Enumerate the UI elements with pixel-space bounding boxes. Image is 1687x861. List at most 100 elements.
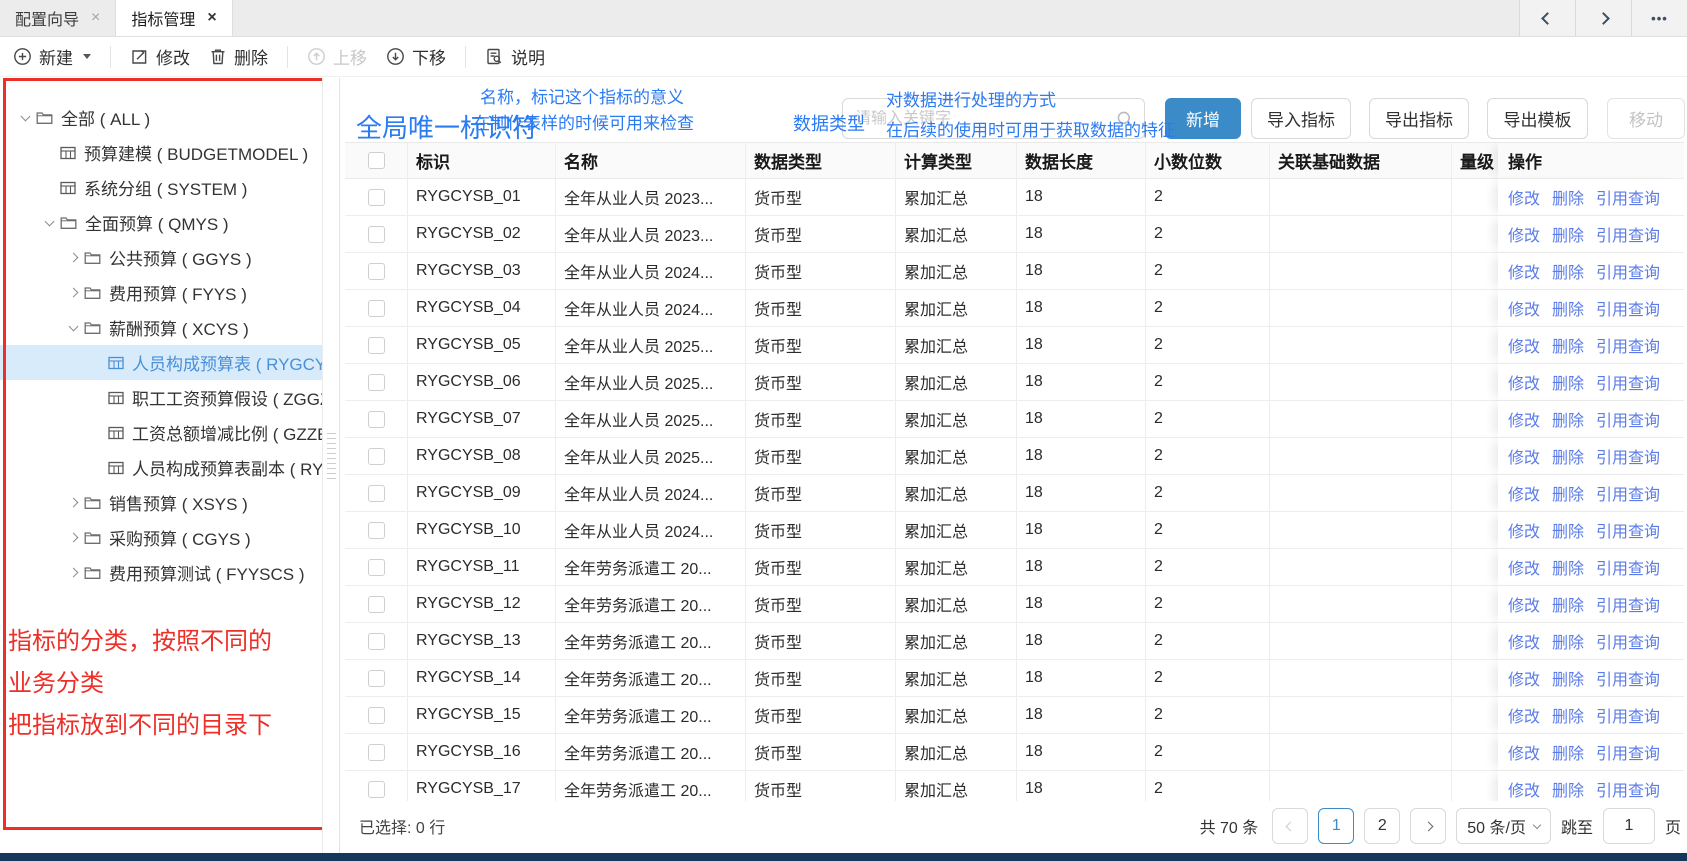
tree-item[interactable]: 系统分组 ( SYSTEM ) [0,170,322,205]
tree-item[interactable]: 薪酬预算 ( XCYS ) [0,310,322,345]
chevron-right-icon[interactable] [62,534,84,541]
page-button-2[interactable]: 2 [1364,808,1400,844]
jump-page-input[interactable] [1603,808,1655,844]
row-delete-link[interactable]: 删除 [1552,333,1584,357]
row-checkbox[interactable] [368,522,385,539]
row-delete-link[interactable]: 删除 [1552,185,1584,209]
row-modify-link[interactable]: 修改 [1508,592,1540,616]
chevron-down-icon[interactable] [14,116,36,120]
tree-item[interactable]: 费用预算测试 ( FYYSCS ) [0,555,322,590]
chevron-right-icon[interactable] [62,289,84,296]
row-reference-query-link[interactable]: 引用查询 [1596,222,1660,246]
chevron-down-icon[interactable] [38,221,60,225]
tree-item[interactable]: 预算建模 ( BUDGETMODEL ) [0,135,322,170]
new-button[interactable]: 新建 [13,44,91,69]
close-icon[interactable]: × [91,10,100,26]
tree-item[interactable]: 职工工资预算假设 ( ZGGZ [0,380,322,415]
page-button-1[interactable]: 1 [1318,808,1354,844]
row-modify-link[interactable]: 修改 [1508,555,1540,579]
panel-splitter[interactable] [322,78,340,853]
row-delete-link[interactable]: 删除 [1552,555,1584,579]
tab-more-button[interactable]: ••• [1631,0,1687,36]
row-checkbox[interactable] [368,633,385,650]
row-reference-query-link[interactable]: 引用查询 [1596,370,1660,394]
row-delete-link[interactable]: 删除 [1552,407,1584,431]
row-modify-link[interactable]: 修改 [1508,629,1540,653]
row-checkbox[interactable] [368,781,385,798]
row-checkbox[interactable] [368,485,385,502]
row-reference-query-link[interactable]: 引用查询 [1596,740,1660,764]
row-reference-query-link[interactable]: 引用查询 [1596,444,1660,468]
row-checkbox[interactable] [368,596,385,613]
row-checkbox[interactable] [368,226,385,243]
row-modify-link[interactable]: 修改 [1508,444,1540,468]
tab-indicator-management[interactable]: 指标管理 × [116,0,232,36]
row-modify-link[interactable]: 修改 [1508,296,1540,320]
row-delete-link[interactable]: 删除 [1552,370,1584,394]
tree-item[interactable]: 公共预算 ( GGYS ) [0,240,322,275]
chevron-right-icon[interactable] [62,569,84,576]
row-reference-query-link[interactable]: 引用查询 [1596,518,1660,542]
row-delete-link[interactable]: 删除 [1552,740,1584,764]
row-reference-query-link[interactable]: 引用查询 [1596,777,1660,801]
row-checkbox[interactable] [368,448,385,465]
row-checkbox[interactable] [368,374,385,391]
row-delete-link[interactable]: 删除 [1552,592,1584,616]
row-reference-query-link[interactable]: 引用查询 [1596,629,1660,653]
tree-item[interactable]: 全部 ( ALL ) [0,100,322,135]
row-reference-query-link[interactable]: 引用查询 [1596,407,1660,431]
row-checkbox[interactable] [368,411,385,428]
row-modify-link[interactable]: 修改 [1508,407,1540,431]
row-modify-link[interactable]: 修改 [1508,222,1540,246]
row-delete-link[interactable]: 删除 [1552,481,1584,505]
row-checkbox[interactable] [368,707,385,724]
row-delete-link[interactable]: 删除 [1552,222,1584,246]
tree-item[interactable]: 销售预算 ( XSYS ) [0,485,322,520]
tree-item[interactable]: 人员构成预算表 ( RYGCYS [0,345,322,380]
row-reference-query-link[interactable]: 引用查询 [1596,259,1660,283]
row-checkbox[interactable] [368,263,385,280]
row-reference-query-link[interactable]: 引用查询 [1596,333,1660,357]
row-modify-link[interactable]: 修改 [1508,481,1540,505]
tree-item[interactable]: 人员构成预算表副本 ( RYG [0,450,322,485]
row-reference-query-link[interactable]: 引用查询 [1596,703,1660,727]
tree-item[interactable]: 采购预算 ( CGYS ) [0,520,322,555]
row-reference-query-link[interactable]: 引用查询 [1596,185,1660,209]
row-delete-link[interactable]: 删除 [1552,518,1584,542]
row-reference-query-link[interactable]: 引用查询 [1596,592,1660,616]
tab-scroll-right-button[interactable] [1575,0,1631,36]
row-modify-link[interactable]: 修改 [1508,703,1540,727]
modify-button[interactable]: 修改 [130,44,190,69]
row-delete-link[interactable]: 删除 [1552,703,1584,727]
delete-button[interactable]: 删除 [209,44,268,69]
search-input[interactable] [843,110,1116,128]
row-delete-link[interactable]: 删除 [1552,629,1584,653]
row-delete-link[interactable]: 删除 [1552,444,1584,468]
row-modify-link[interactable]: 修改 [1508,777,1540,801]
row-reference-query-link[interactable]: 引用查询 [1596,666,1660,690]
export-template-button[interactable]: 导出模板 [1487,98,1588,139]
export-indicators-button[interactable]: 导出指标 [1369,98,1469,139]
page-size-select[interactable]: 50 条/页 [1456,808,1551,844]
tree-item[interactable]: 工资总额增减比例 ( GZZE [0,415,322,450]
chevron-down-icon[interactable] [62,326,84,330]
row-modify-link[interactable]: 修改 [1508,259,1540,283]
add-button[interactable]: 新增 [1165,98,1241,139]
row-reference-query-link[interactable]: 引用查询 [1596,555,1660,579]
row-delete-link[interactable]: 删除 [1552,777,1584,801]
row-checkbox[interactable] [368,744,385,761]
row-checkbox[interactable] [368,670,385,687]
row-reference-query-link[interactable]: 引用查询 [1596,296,1660,320]
row-checkbox[interactable] [368,559,385,576]
chevron-right-icon[interactable] [62,499,84,506]
tab-config-wizard[interactable]: 配置向导 × [0,0,116,36]
row-modify-link[interactable]: 修改 [1508,518,1540,542]
import-indicators-button[interactable]: 导入指标 [1251,98,1351,139]
help-button[interactable]: 说明 [485,44,545,69]
row-delete-link[interactable]: 删除 [1552,259,1584,283]
close-icon[interactable]: × [207,10,216,26]
row-checkbox[interactable] [368,300,385,317]
move-down-button[interactable]: 下移 [386,44,446,69]
row-modify-link[interactable]: 修改 [1508,370,1540,394]
row-checkbox[interactable] [368,337,385,354]
